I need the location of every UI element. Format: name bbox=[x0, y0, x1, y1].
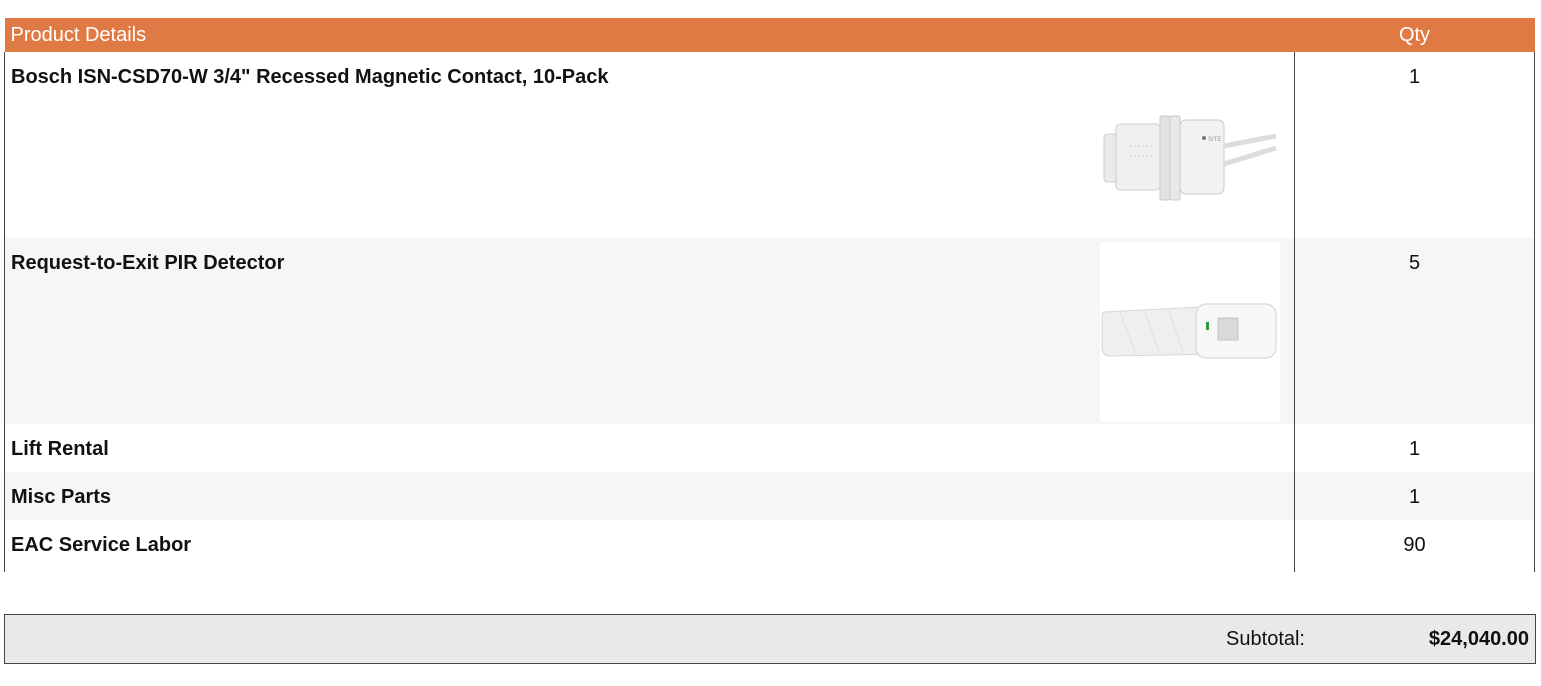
product-table: Product Details Qty Bosch ISN-CSD70-W 3/… bbox=[4, 18, 1535, 572]
table-header: Product Details Qty bbox=[4, 18, 1535, 52]
table-row: Request-to-Exit PIR Detector 5 bbox=[4, 238, 1535, 424]
qty-cell: 90 bbox=[1294, 520, 1535, 572]
qty-value: 1 bbox=[1408, 66, 1421, 88]
product-name: Lift Rental bbox=[11, 438, 109, 460]
qty-header: Qty bbox=[1398, 23, 1431, 46]
recessed-contact-image: SITE bbox=[1103, 115, 1277, 201]
qty-value: 5 bbox=[1408, 252, 1421, 274]
product-cell: Request-to-Exit PIR Detector bbox=[4, 238, 1295, 424]
svg-text:SITE: SITE bbox=[1208, 137, 1221, 143]
product-cell: Lift Rental bbox=[4, 424, 1295, 472]
qty-cell: 1 bbox=[1294, 52, 1535, 238]
table-row: EAC Service Labor 90 bbox=[4, 520, 1535, 572]
qty-value: 1 bbox=[1408, 438, 1421, 460]
subtotal-value: $24,040.00 bbox=[1428, 628, 1529, 650]
product-name: Misc Parts bbox=[11, 486, 112, 508]
qty-cell: 5 bbox=[1294, 238, 1535, 424]
qty-value: 1 bbox=[1408, 486, 1421, 508]
qty-value: 90 bbox=[1403, 534, 1426, 556]
product-cell: EAC Service Labor bbox=[4, 520, 1295, 572]
table-row: Lift Rental 1 bbox=[4, 424, 1535, 472]
table-row: Bosch ISN-CSD70-W 3/4" Recessed Magnetic… bbox=[4, 52, 1535, 238]
subtotal-label: Subtotal: bbox=[1226, 628, 1305, 650]
qty-cell: 1 bbox=[1294, 424, 1535, 472]
qty-cell: 1 bbox=[1294, 472, 1535, 520]
subtotal-bar: Subtotal: $24,040.00 bbox=[4, 614, 1536, 664]
product-cell: Bosch ISN-CSD70-W 3/4" Recessed Magnetic… bbox=[4, 52, 1295, 238]
pir-detector-image bbox=[1100, 242, 1280, 422]
table-row: Misc Parts 1 bbox=[4, 472, 1535, 520]
product-details-header: Product Details bbox=[10, 23, 147, 46]
product-name: EAC Service Labor bbox=[11, 534, 192, 556]
product-cell: Misc Parts bbox=[4, 472, 1295, 520]
